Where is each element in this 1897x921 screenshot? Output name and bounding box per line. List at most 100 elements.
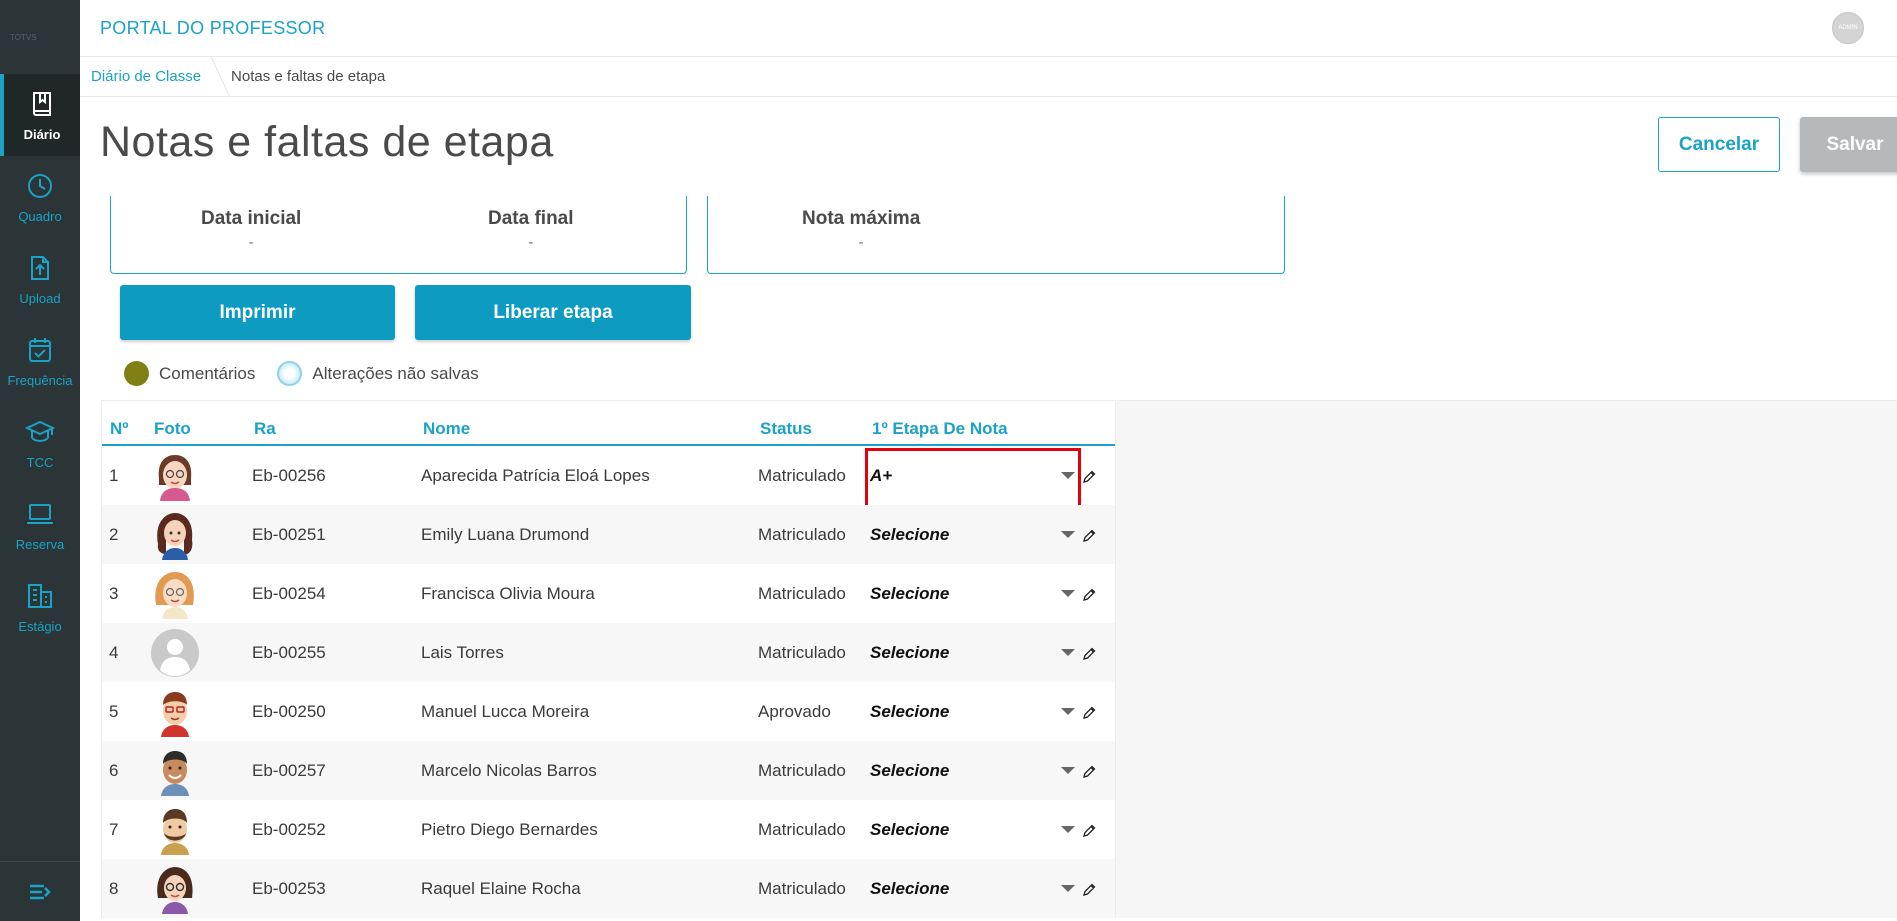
student-avatar-icon [158, 455, 192, 501]
row-ra: Eb-00257 [252, 761, 326, 780]
table-row: 3 Eb-00254 Francisca Olivia Moura Matric… [102, 564, 1115, 623]
sidebar-item-label: Quadro [18, 208, 62, 224]
student-avatar-icon [161, 751, 189, 796]
cancel-button[interactable]: Cancelar [1658, 117, 1780, 172]
end-date-label: Data final [488, 208, 574, 229]
sidebar: TOTVS Diário Quadro Upload Frequência TC… [0, 0, 80, 921]
chevron-down-icon[interactable] [1061, 590, 1075, 597]
row-ra: Eb-00255 [252, 643, 326, 662]
table-row: 8 Eb-00253 Raquel Elaine Rocha Matricula… [102, 859, 1115, 918]
grade-select[interactable]: Selecione [870, 643, 949, 663]
row-number: 2 [109, 525, 119, 544]
row-ra: Eb-00254 [252, 584, 326, 603]
sidebar-item-upload[interactable]: Upload [0, 238, 80, 320]
sidebar-item-label: Frequência [7, 372, 73, 388]
student-avatar-icon [155, 572, 194, 619]
max-grade-field: Nota máxima - [802, 208, 920, 251]
book-icon [27, 89, 57, 119]
sidebar-item-tcc[interactable]: TCC [0, 402, 80, 484]
student-avatar-icon [161, 692, 189, 737]
pencil-icon[interactable] [1082, 588, 1096, 602]
row-name: Manuel Lucca Moreira [421, 702, 590, 721]
row-name: Raquel Elaine Rocha [421, 879, 581, 898]
sidebar-item-reserva[interactable]: Reserva [0, 484, 80, 566]
grade-select[interactable]: Selecione [870, 584, 949, 604]
row-status: Matriculado [758, 643, 846, 662]
chevron-down-icon[interactable] [1061, 531, 1075, 538]
row-status: Matriculado [758, 584, 846, 603]
max-grade-label: Nota máxima [802, 208, 921, 229]
sidebar-item-label: Upload [19, 290, 61, 306]
row-name: Aparecida Patrícia Eloá Lopes [421, 466, 650, 485]
students-table: Nº Foto Ra Nome Status 1º Etapa De Nota … [101, 400, 1116, 918]
row-number: 6 [109, 761, 119, 780]
legend: Comentários Alterações não salvas [101, 347, 1897, 400]
legend-comments-label: Comentários [159, 363, 256, 383]
row-ra: Eb-00250 [252, 702, 326, 721]
table-header: Nº Foto Ra Nome Status 1º Etapa De Nota [102, 401, 1115, 446]
row-status: Matriculado [758, 879, 846, 898]
save-button[interactable]: Salvar [1800, 117, 1897, 172]
app-title: PORTAL DO PROFESSOR [100, 17, 326, 38]
sidebar-item-estagio[interactable]: Estágio [0, 566, 80, 648]
top-header: PORTAL DO PROFESSOR ADMIN [80, 0, 1897, 57]
chevron-down-icon[interactable] [1061, 708, 1075, 715]
breadcrumb-link-diario[interactable]: Diário de Classe [91, 68, 201, 85]
sidebar-item-diario[interactable]: Diário [0, 74, 80, 156]
graduation-cap-icon [25, 417, 55, 447]
sidebar-item-frequencia[interactable]: Frequência [0, 320, 80, 402]
row-status: Aprovado [758, 702, 831, 721]
student-avatar-icon [157, 513, 193, 560]
chevron-down-icon[interactable] [1061, 885, 1075, 892]
pencil-icon[interactable] [1082, 529, 1096, 543]
sidebar-item-label: TCC [26, 454, 54, 470]
end-date-field: Data final - [488, 208, 574, 251]
row-name: Lais Torres [421, 643, 504, 662]
start-date-value: - [248, 234, 254, 251]
pencil-icon[interactable] [1082, 824, 1096, 838]
chevron-down-icon[interactable] [1061, 826, 1075, 833]
pencil-icon[interactable] [1082, 470, 1096, 484]
grade-select[interactable]: Selecione [870, 702, 949, 722]
grade-select[interactable]: Selecione [870, 879, 949, 899]
row-status: Matriculado [758, 466, 846, 485]
grade-select[interactable]: Selecione [870, 820, 949, 840]
sidebar-item-quadro[interactable]: Quadro [0, 156, 80, 238]
student-avatar-icon [157, 867, 193, 914]
user-avatar[interactable]: ADMIN [1832, 12, 1864, 44]
pencil-icon[interactable] [1082, 647, 1096, 661]
row-name: Marcelo Nicolas Barros [421, 761, 597, 780]
default-avatar-icon [151, 629, 199, 677]
column-header-stage-grade: 1º Etapa De Nota [872, 419, 1008, 438]
pencil-icon[interactable] [1082, 883, 1096, 897]
start-date-field: Data inicial - [201, 208, 301, 251]
row-ra: Eb-00253 [252, 879, 326, 898]
student-avatar-icon [161, 809, 189, 855]
row-name: Francisca Olivia Moura [421, 584, 595, 603]
row-ra: Eb-00251 [252, 525, 326, 544]
collapse-menu-button[interactable] [0, 861, 80, 921]
release-stage-button[interactable]: Liberar etapa [415, 285, 691, 340]
table-row: 7 Eb-00252 Pietro Diego Bernardes Matric… [102, 800, 1115, 859]
row-number: 8 [109, 879, 119, 898]
grade-select[interactable]: Selecione [870, 525, 949, 545]
grade-select[interactable]: Selecione [870, 761, 949, 781]
pencil-icon[interactable] [1082, 765, 1096, 779]
row-status: Matriculado [758, 761, 846, 780]
column-header-name[interactable]: Nome [423, 419, 470, 439]
row-number: 3 [109, 584, 119, 603]
chevron-down-icon[interactable] [1061, 767, 1075, 774]
row-number: 1 [109, 466, 119, 485]
file-upload-icon [25, 253, 55, 283]
row-ra: Eb-00256 [252, 466, 326, 485]
comments-dot-icon [124, 361, 149, 386]
table-row: 6 Eb-00257 Marcelo Nicolas Barros Matric… [102, 741, 1115, 800]
end-date-value: - [528, 234, 534, 251]
chevron-down-icon[interactable] [1061, 649, 1075, 656]
pencil-icon[interactable] [1082, 706, 1096, 720]
row-status: Matriculado [758, 525, 846, 544]
breadcrumb-separator [197, 56, 231, 97]
table-row: 5 Eb-00250 Manuel Lucca Moreira Aprovado… [102, 682, 1115, 741]
print-button[interactable]: Imprimir [120, 285, 395, 340]
selected-grade-highlight [865, 448, 1081, 510]
